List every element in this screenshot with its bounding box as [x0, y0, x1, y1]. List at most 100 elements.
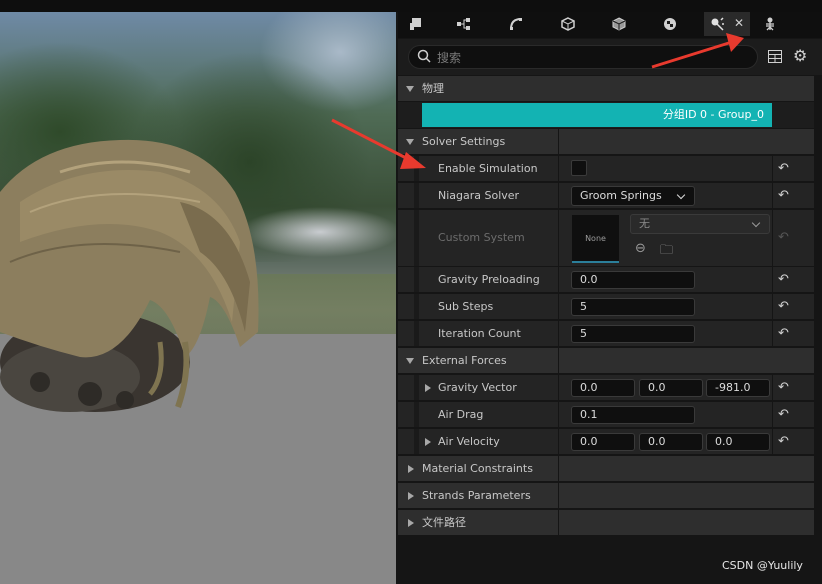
iteration-count-field[interactable]: 5	[571, 325, 695, 343]
category-material-constraints[interactable]: Material Constraints	[398, 456, 814, 482]
category-label: Material Constraints	[422, 462, 533, 475]
tab-cube[interactable]	[553, 12, 583, 36]
tab-bar: ✕	[398, 12, 822, 38]
air-velocity-y-field[interactable]: 0.0	[639, 433, 703, 451]
indent-bar	[414, 210, 419, 266]
column-divider	[772, 321, 773, 346]
column-divider	[558, 402, 559, 427]
prop-gravity-preloading: Gravity Preloading 0.0 ↶	[398, 267, 814, 293]
reset-icon[interactable]: ↶	[778, 326, 789, 341]
hierarchy-icon	[457, 18, 470, 30]
asset-thumbnail[interactable]: None	[572, 215, 619, 263]
reset-icon[interactable]: ↶	[778, 188, 789, 203]
viewport[interactable]	[0, 12, 396, 584]
tab-material-box[interactable]	[604, 12, 634, 36]
asset-value: 无	[639, 217, 650, 230]
expand-arrow-icon	[408, 519, 414, 527]
groom-hair-preview	[0, 139, 259, 412]
category-strands-parameters[interactable]: Strands Parameters	[398, 483, 814, 509]
indent-bar	[414, 429, 419, 454]
expand-arrow-icon	[408, 492, 414, 500]
expand-arrow-icon[interactable]	[425, 384, 431, 392]
watermark: CSDN @Yuulily	[722, 559, 803, 572]
prop-air-velocity: Air Velocity 0.0 0.0 0.0 ↶	[398, 429, 814, 455]
column-divider	[772, 429, 773, 454]
tab-mesh[interactable]	[401, 12, 431, 36]
column-divider	[772, 267, 773, 292]
checker-ball-icon	[664, 18, 676, 30]
tab-physics[interactable]: ✕	[704, 12, 750, 36]
prop-sub-steps: Sub Steps 5 ↶	[398, 294, 814, 320]
category-physics[interactable]: 物理	[398, 76, 814, 102]
expand-arrow-icon	[406, 358, 414, 364]
air-velocity-z-field[interactable]: 0.0	[706, 433, 770, 451]
air-drag-field[interactable]: 0.1	[571, 406, 695, 424]
search-input[interactable]: 搜索	[408, 45, 758, 69]
reset-icon[interactable]: ↶	[778, 161, 789, 176]
column-divider	[558, 267, 559, 292]
gear-icon[interactable]: ⚙	[793, 48, 807, 64]
column-divider	[772, 210, 773, 266]
reset-icon[interactable]: ↶	[778, 272, 789, 287]
prop-niagara-solver: Niagara Solver Groom Springs ↶	[398, 183, 814, 209]
tab-curve[interactable]	[501, 12, 531, 36]
tab-skeleton[interactable]	[755, 12, 785, 36]
column-divider	[558, 129, 559, 154]
indent-bar	[414, 375, 419, 400]
tab-hierarchy[interactable]	[449, 12, 479, 36]
category-label: 文件路径	[422, 516, 466, 529]
gravity-preloading-field[interactable]: 0.0	[571, 271, 695, 289]
curve-icon	[510, 18, 522, 30]
indent-bar	[414, 267, 419, 292]
close-icon[interactable]: ✕	[734, 16, 744, 30]
indent-bar	[414, 402, 419, 427]
expand-arrow-icon	[408, 465, 414, 473]
prop-label: Gravity Preloading	[438, 273, 540, 286]
cube-icon	[561, 17, 575, 31]
niagara-solver-dropdown[interactable]: Groom Springs	[571, 186, 695, 206]
category-label: External Forces	[422, 354, 507, 367]
expand-arrow-icon	[406, 139, 414, 145]
gravity-y-field[interactable]: 0.0	[639, 379, 703, 397]
column-divider	[558, 483, 559, 508]
category-file-path[interactable]: 文件路径	[398, 510, 814, 536]
prop-label: Air Drag	[438, 408, 484, 421]
chevron-down-icon	[676, 190, 686, 200]
details-panel: ✕ 搜索 ⚙ 物理 分组ID 0 - Group_0 Solver Settin…	[398, 12, 822, 584]
reset-icon: ↶	[778, 230, 789, 245]
category-external-forces[interactable]: External Forces	[398, 348, 814, 374]
browse-folder-icon[interactable]: 🗀	[660, 241, 673, 263]
indent-bar	[414, 183, 419, 208]
prop-label: Enable Simulation	[438, 162, 538, 175]
column-divider	[558, 294, 559, 319]
reset-icon[interactable]: ↶	[778, 434, 789, 449]
prop-custom-system: Custom System None 无 ⊖ 🗀 ↶	[398, 210, 814, 267]
use-selected-icon[interactable]: ⊖	[635, 241, 646, 256]
tab-checker-ball[interactable]	[655, 12, 685, 36]
table-view-icon[interactable]	[768, 50, 782, 63]
enable-simulation-checkbox[interactable]	[571, 160, 587, 176]
chevron-down-icon	[751, 218, 761, 228]
group-id-bar[interactable]: 分组ID 0 - Group_0	[422, 103, 772, 127]
sub-steps-field[interactable]: 5	[571, 298, 695, 316]
reset-icon[interactable]: ↶	[778, 407, 789, 422]
reset-icon[interactable]: ↶	[778, 299, 789, 314]
category-solver-settings[interactable]: Solver Settings	[398, 129, 814, 155]
search-row: 搜索 ⚙	[398, 39, 822, 75]
column-divider	[558, 348, 559, 373]
column-divider	[558, 429, 559, 454]
column-divider	[772, 156, 773, 181]
column-divider	[558, 156, 559, 181]
column-divider	[558, 210, 559, 266]
prop-air-drag: Air Drag 0.1 ↶	[398, 402, 814, 428]
custom-system-asset-picker[interactable]: 无	[630, 214, 770, 234]
gravity-z-field[interactable]: -981.0	[706, 379, 770, 397]
column-divider	[558, 183, 559, 208]
gravity-x-field[interactable]: 0.0	[571, 379, 635, 397]
column-divider	[772, 294, 773, 319]
reset-icon[interactable]: ↶	[778, 380, 789, 395]
air-velocity-x-field[interactable]: 0.0	[571, 433, 635, 451]
mesh-icon	[410, 18, 421, 30]
expand-arrow-icon[interactable]	[425, 438, 431, 446]
prop-label: Air Velocity	[438, 435, 500, 448]
